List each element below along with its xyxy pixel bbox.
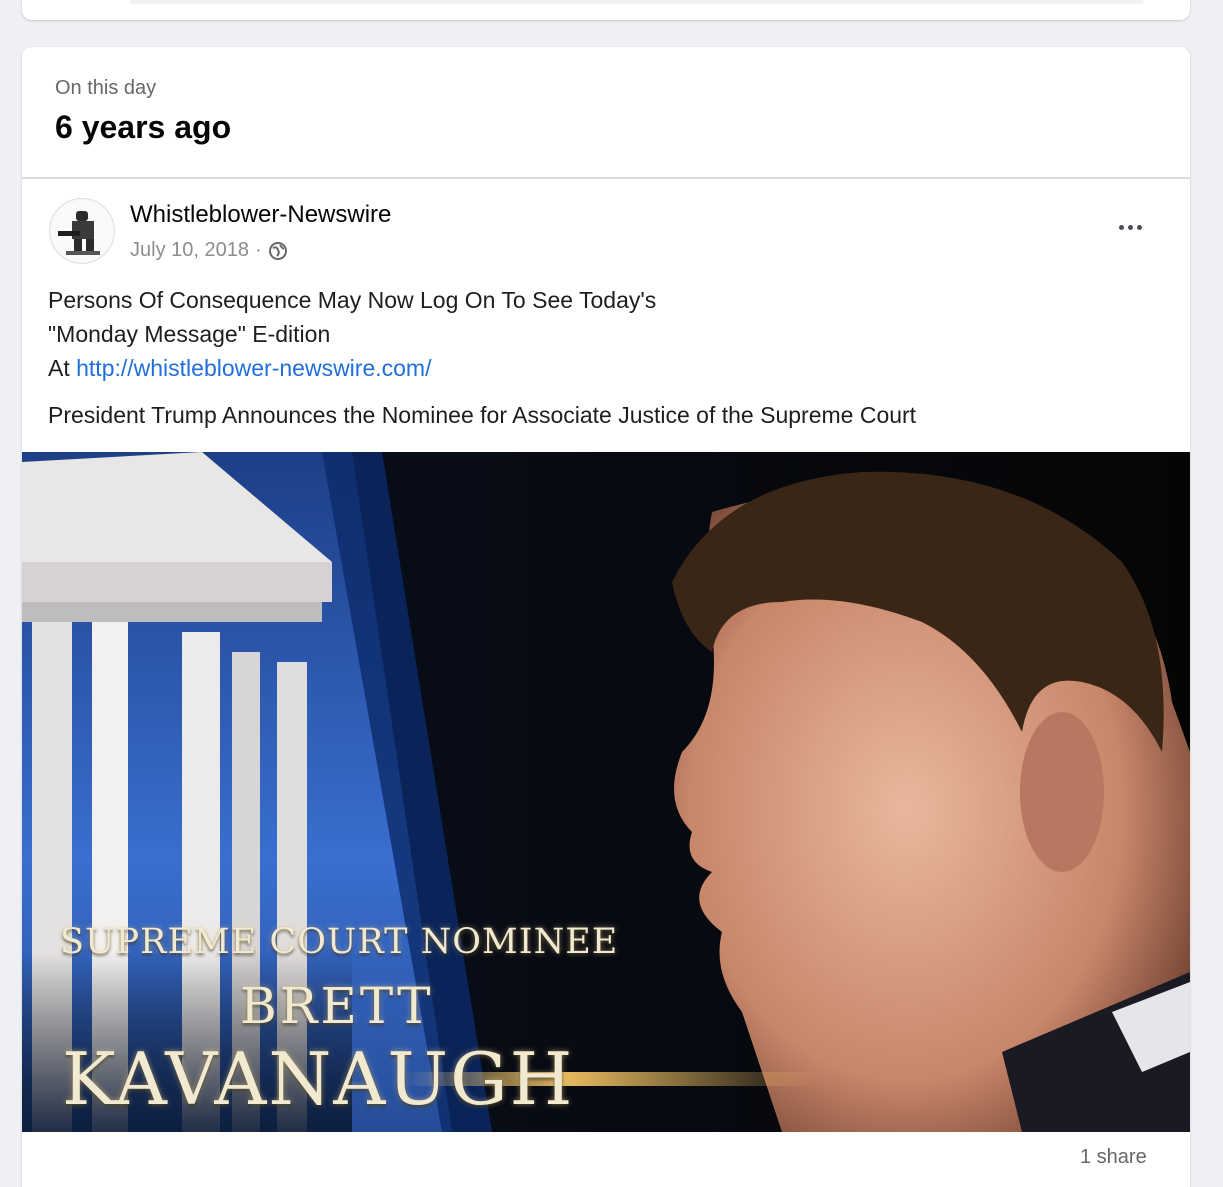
meta-separator: · — [254, 239, 262, 261]
share-count[interactable]: 1 share — [1080, 1146, 1147, 1169]
post-text-line: President Trump Announces the Nominee fo… — [48, 402, 917, 428]
post-meta: July 10, 2018 · — [130, 239, 288, 262]
post-text-line: Persons Of Consequence May Now Log On To… — [48, 287, 657, 313]
post-link[interactable]: http://whistleblower-newswire.com/ — [76, 355, 431, 381]
dot-icon — [1136, 224, 1142, 230]
memory-label: On this day — [55, 77, 157, 99]
previous-card-input[interactable] — [130, 0, 1144, 4]
post-text-line: "Monday Message" E-dition — [48, 321, 331, 347]
post-text: Persons Of Consequence May Now Log On To… — [48, 283, 1158, 432]
post-text-link-line: At http://whistleblower-newswire.com/ — [48, 351, 1158, 385]
dot-icon — [1118, 224, 1124, 230]
post-author[interactable]: Whistleblower-Newswire — [130, 201, 391, 229]
nominee-photo — [22, 452, 1190, 1132]
page-avatar[interactable] — [49, 198, 115, 264]
link-prefix: At — [48, 355, 77, 381]
more-options-button[interactable] — [1112, 213, 1148, 241]
globe-icon[interactable] — [268, 241, 288, 261]
newspaper-logo-icon — [51, 200, 113, 262]
memory-header: On this day 6 years ago — [22, 47, 1190, 179]
image-caption-title: SUPREME COURT NOMINEE — [60, 922, 619, 962]
image-caption-first-name: BRETT — [240, 977, 434, 1035]
memory-title: 6 years ago — [55, 109, 232, 145]
memory-card: On this day 6 years ago Whistleblower-Ne… — [22, 47, 1190, 1187]
previous-card — [22, 0, 1190, 20]
post-image[interactable]: SUPREME COURT NOMINEE BRETT KAVANAUGH — [22, 452, 1190, 1132]
post-date[interactable]: July 10, 2018 — [130, 239, 249, 262]
dot-icon — [1127, 224, 1133, 230]
image-caption-last-name: KAVANAUGH — [62, 1037, 575, 1121]
